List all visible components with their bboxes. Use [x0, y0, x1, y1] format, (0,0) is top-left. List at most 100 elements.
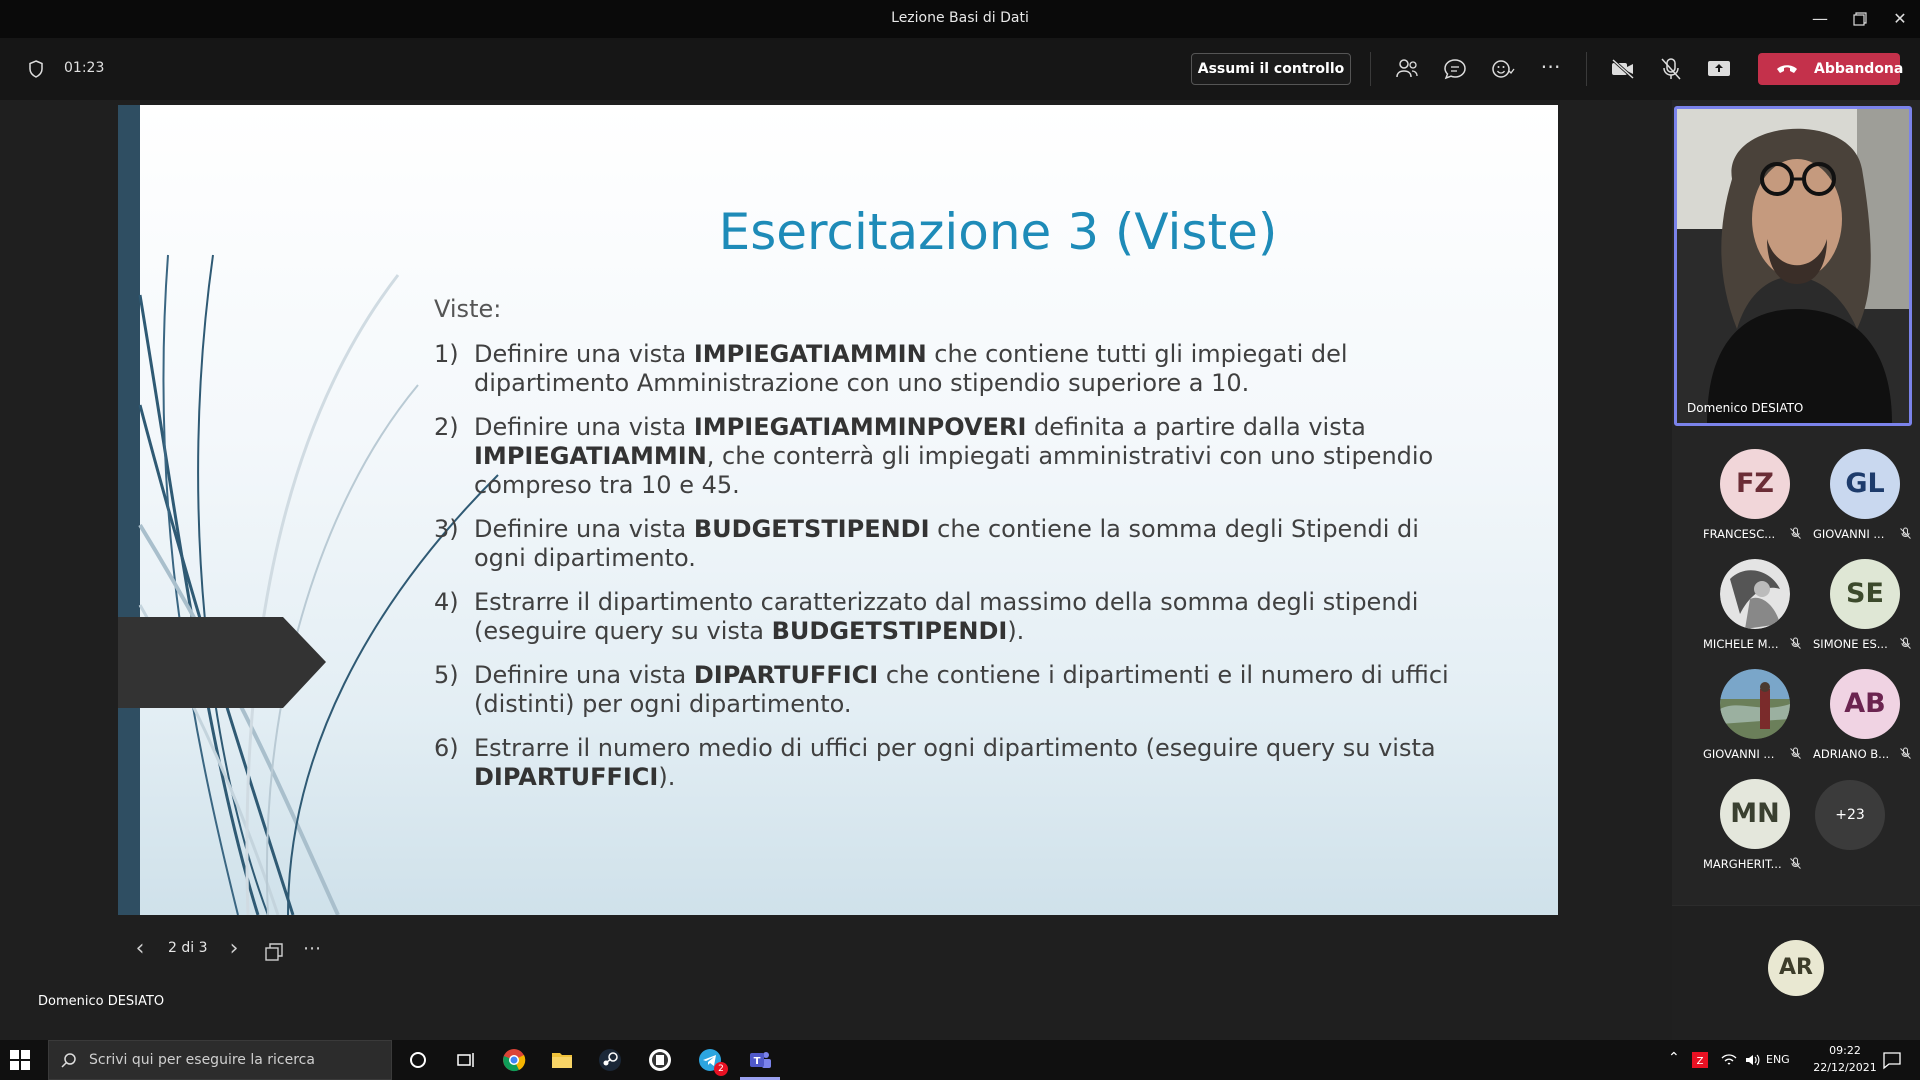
presenter-video-feed — [1677, 109, 1909, 423]
more-options-icon[interactable]: ⋯ — [1538, 54, 1564, 78]
notifications-icon[interactable] — [1882, 1050, 1902, 1070]
previous-slide-button[interactable]: ‹ — [130, 938, 150, 962]
svg-text:T: T — [754, 1056, 761, 1067]
item-bold: IMPIEGATIAMMIN — [693, 340, 927, 368]
presentation-slide: Esercitazione 3 (Viste) Viste: 1) Defini… — [118, 105, 1558, 915]
steam-icon[interactable] — [596, 1046, 624, 1074]
mic-off-icon — [1900, 637, 1911, 649]
file-explorer-icon[interactable] — [548, 1046, 576, 1074]
share-screen-icon[interactable] — [1706, 57, 1732, 81]
reactions-icon[interactable] — [1490, 57, 1516, 81]
more-participants-button[interactable]: +23 — [1815, 780, 1885, 850]
toolbar-divider — [1370, 52, 1371, 86]
chrome-icon[interactable] — [500, 1046, 528, 1074]
svg-text:Z: Z — [1697, 1056, 1704, 1067]
camera-off-icon[interactable] — [1610, 57, 1636, 81]
item-number: 4) — [434, 588, 459, 616]
participant-name: FRANCESC... — [1703, 527, 1776, 541]
item-text: ). — [658, 763, 676, 791]
volume-icon[interactable] — [1744, 1052, 1762, 1068]
item-text: ). — [1007, 617, 1025, 645]
participant-tile[interactable]: FZ FRANCESC... — [1695, 443, 1805, 543]
telegram-badge: 2 — [714, 1062, 728, 1076]
participant-tile[interactable]: MICHELE M... — [1695, 553, 1805, 653]
item-text: Definire una vista — [474, 413, 694, 441]
presenter-name: Domenico DESIATO — [38, 994, 165, 1009]
windows-start-icon[interactable] — [10, 1050, 30, 1070]
cortana-icon[interactable] — [404, 1046, 432, 1074]
participant-tile[interactable]: AB ADRIANO B... — [1805, 663, 1915, 763]
participant-name: GIOVANNI ... — [1813, 527, 1885, 541]
teams-icon[interactable]: T — [746, 1046, 774, 1074]
chat-icon[interactable] — [1442, 57, 1468, 81]
slide-intro: Viste: — [434, 295, 502, 323]
item-text: definita a partire dalla vista — [1026, 413, 1366, 441]
clock-time[interactable]: 09:22 — [1806, 1044, 1884, 1057]
item-bold: BUDGETSTIPENDI — [693, 515, 930, 543]
presenter-video-name: Domenico DESIATO — [1687, 401, 1804, 415]
list-item: 5) Definire una vista DIPARTUFFICI che c… — [434, 661, 1474, 719]
avatar-photo — [1720, 669, 1790, 739]
slide-overview-icon[interactable] — [264, 940, 284, 964]
item-number: 6) — [434, 734, 459, 762]
taskbar-search[interactable]: Scrivi qui per eseguire la ricerca — [48, 1040, 392, 1080]
item-bold: IMPIEGATIAMMIN — [474, 442, 707, 470]
close-button[interactable]: ✕ — [1886, 6, 1914, 32]
item-bold: IMPIEGATIAMMINPOVERI — [693, 413, 1027, 441]
item-number: 2) — [434, 413, 459, 441]
meeting-toolbar: 01:23 Assumi il controllo ⋯ Abbandona — [0, 38, 1920, 100]
self-avatar[interactable]: AR — [1768, 940, 1824, 996]
avatar: GL — [1830, 449, 1900, 519]
list-item: 6) Estrarre il numero medio di uffici pe… — [434, 734, 1474, 792]
toolbar-divider — [1586, 52, 1587, 86]
slide-body: Viste: 1) Definire una vista IMPIEGATIAM… — [434, 295, 1474, 807]
avatar: MN — [1720, 779, 1790, 849]
mic-off-icon — [1790, 747, 1801, 759]
restore-button[interactable] — [1846, 6, 1874, 32]
avatar-photo — [1720, 559, 1790, 629]
title-bar: Lezione Basi di Dati — ✕ — [0, 0, 1920, 38]
leave-label: Abbandona — [1814, 61, 1904, 77]
participant-name: MARGHERIT... — [1703, 857, 1782, 871]
antivirus-icon[interactable]: Z — [1692, 1052, 1708, 1068]
presenter-video[interactable]: Domenico DESIATO — [1674, 106, 1912, 426]
avatar: FZ — [1720, 449, 1790, 519]
list-item: 2) Definire una vista IMPIEGATIAMMINPOVE… — [434, 413, 1474, 500]
avatar: AB — [1830, 669, 1900, 739]
university-app-icon[interactable] — [646, 1046, 674, 1074]
task-view-icon[interactable] — [452, 1046, 480, 1074]
list-item: 3) Definire una vista BUDGETSTIPENDI che… — [434, 515, 1474, 573]
slide-more-icon[interactable]: ⋯ — [302, 938, 322, 962]
participant-name: MICHELE M... — [1703, 637, 1779, 651]
participant-name: ADRIANO B... — [1813, 747, 1890, 761]
window-title: Lezione Basi di Dati — [891, 10, 1029, 26]
mic-off-icon — [1900, 747, 1911, 759]
clock-date[interactable]: 22/12/2021 — [1806, 1061, 1884, 1074]
item-bold: DIPARTUFFICI — [474, 763, 659, 791]
item-number: 3) — [434, 515, 459, 543]
slide-title: Esercitazione 3 (Viste) — [718, 203, 1278, 261]
participant-tile[interactable]: GIOVANNI ... — [1695, 663, 1805, 763]
next-slide-button[interactable]: › — [224, 938, 244, 962]
participant-tile[interactable]: SE SIMONE ES... — [1805, 553, 1915, 653]
minimize-button[interactable]: — — [1806, 6, 1834, 32]
list-item: 1) Definire una vista IMPIEGATIAMMIN che… — [434, 340, 1474, 398]
mic-off-icon[interactable] — [1658, 57, 1684, 81]
mic-off-icon — [1790, 527, 1801, 539]
hang-up-icon — [1777, 65, 1797, 73]
mic-off-icon — [1900, 527, 1911, 539]
mic-off-icon — [1790, 857, 1801, 869]
windows-taskbar: Scrivi qui per eseguire la ricerca 2 T ⌃… — [0, 1040, 1920, 1080]
participant-tile[interactable]: GL GIOVANNI ... — [1805, 443, 1915, 543]
item-text: Estrarre il numero medio di uffici per o… — [474, 734, 1436, 762]
take-control-button[interactable]: Assumi il controllo — [1191, 53, 1351, 85]
leave-button[interactable]: Abbandona — [1758, 53, 1904, 85]
avatar: SE — [1830, 559, 1900, 629]
participant-name: SIMONE ES... — [1813, 637, 1888, 651]
wifi-icon[interactable] — [1720, 1052, 1738, 1068]
language-indicator[interactable]: ENG — [1766, 1053, 1790, 1066]
tray-expand-icon[interactable]: ⌃ — [1668, 1050, 1680, 1066]
people-icon[interactable] — [1394, 57, 1420, 81]
item-number: 1) — [434, 340, 459, 368]
participant-tile[interactable]: MN MARGHERIT... — [1695, 773, 1805, 873]
